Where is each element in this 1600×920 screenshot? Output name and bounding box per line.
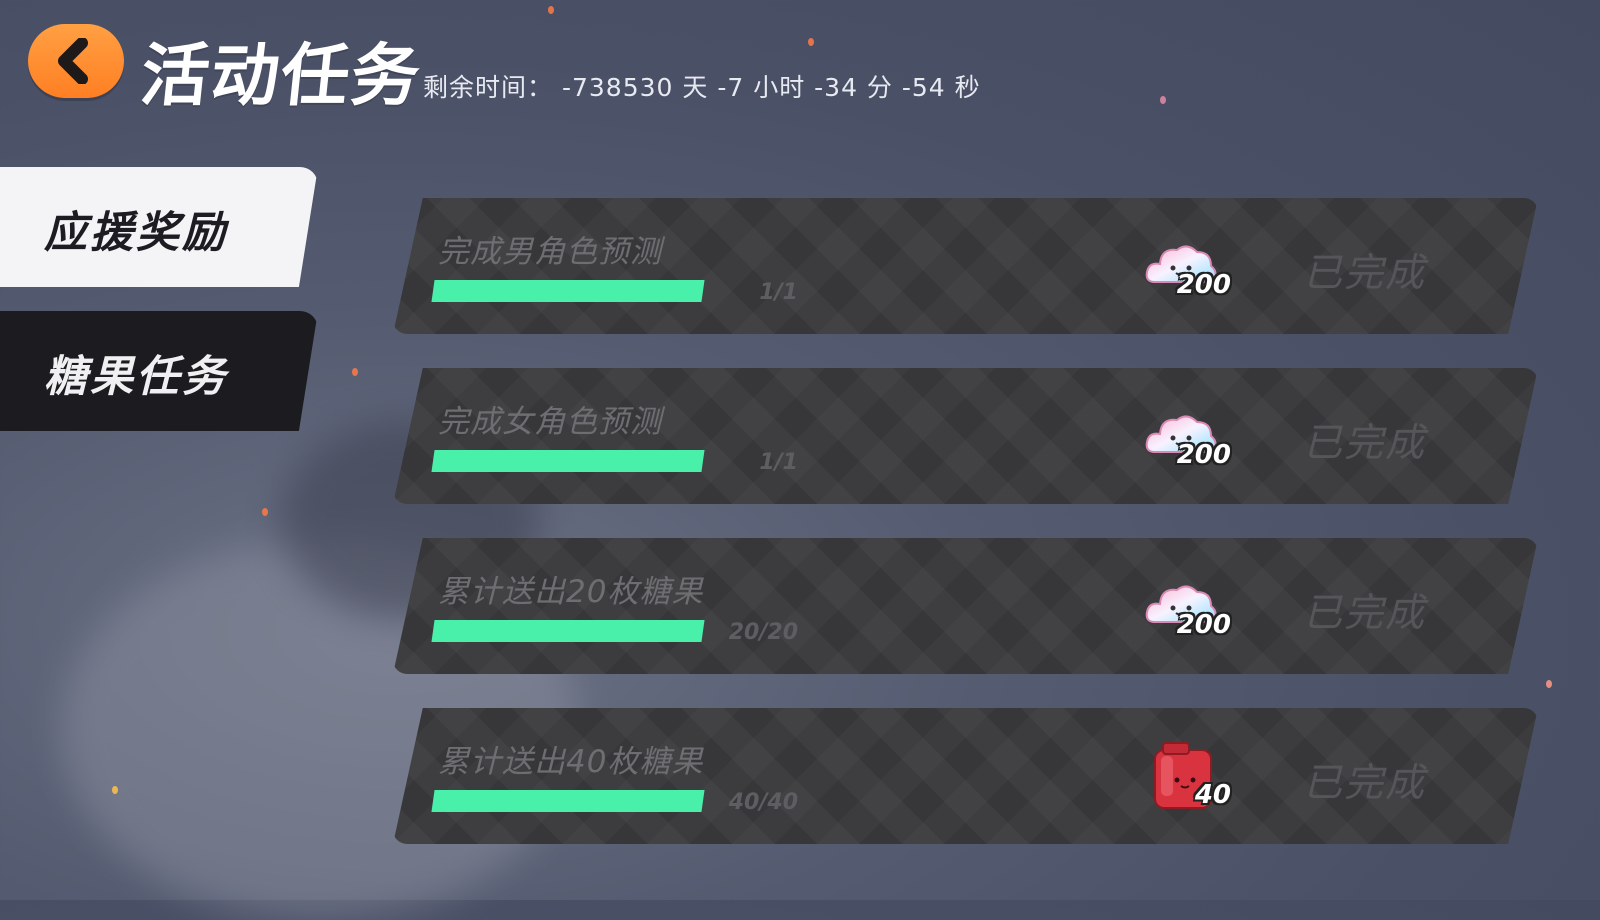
tab-label: 应援奖励 [44, 208, 228, 258]
task-name: 完成女角色预测 [438, 404, 662, 440]
progress-bar-fill [431, 790, 705, 812]
ember-particle [548, 6, 554, 14]
page-title: 活动任务 [137, 37, 426, 116]
progress-bar [431, 450, 705, 472]
reward-amount: 200 [1176, 440, 1231, 470]
remaining-time-value: -738530 天 -7 小时 -34 分 -54 秒 [561, 73, 981, 102]
progress-bar-fill [431, 620, 705, 642]
task-status: 已完成 [1303, 251, 1427, 296]
remaining-time-label: 剩余时间： [423, 73, 554, 102]
ember-particle [1546, 680, 1552, 688]
progress-count: 1/1 [759, 280, 798, 305]
remaining-time: 剩余时间： -738530 天 -7 小时 -34 分 -54 秒 [423, 68, 981, 104]
ember-particle [112, 786, 118, 794]
task-name: 累计送出40枚糖果 [438, 744, 704, 780]
task-status: 已完成 [1303, 761, 1427, 806]
task-card: 累计送出40枚糖果 40/40 40 已完成 [393, 708, 1538, 844]
progress-count: 20/20 [728, 620, 798, 645]
back-arrow-icon [58, 38, 88, 84]
progress-bar-fill [431, 280, 705, 302]
ember-particle [262, 508, 268, 516]
tab-label: 糖果任务 [44, 352, 228, 402]
back-button[interactable] [28, 24, 124, 98]
ember-particle [352, 368, 358, 376]
task-card: 完成女角色预测 1/1 200 已完成 [393, 368, 1538, 504]
task-status: 已完成 [1303, 591, 1427, 636]
task-card: 累计送出20枚糖果 20/20 200 已完成 [393, 538, 1538, 674]
reward-amount: 40 [1194, 780, 1231, 810]
progress-bar [431, 620, 705, 642]
task-status: 已完成 [1303, 421, 1427, 466]
task-card: 完成男角色预测 1/1 200 已完成 [393, 198, 1538, 334]
tab-support-rewards[interactable]: 应援奖励 [0, 167, 318, 287]
ember-particle [808, 38, 814, 46]
tab-candy-tasks[interactable]: 糖果任务 [0, 311, 318, 431]
progress-bar [431, 790, 705, 812]
progress-bar [431, 280, 705, 302]
progress-count: 1/1 [759, 450, 798, 475]
reward-amount: 200 [1176, 610, 1231, 640]
task-name: 完成男角色预测 [438, 234, 662, 270]
progress-bar-fill [431, 450, 705, 472]
reward-amount: 200 [1176, 270, 1231, 300]
task-name: 累计送出20枚糖果 [438, 574, 704, 610]
progress-count: 40/40 [728, 790, 798, 815]
ember-particle [1160, 96, 1166, 104]
